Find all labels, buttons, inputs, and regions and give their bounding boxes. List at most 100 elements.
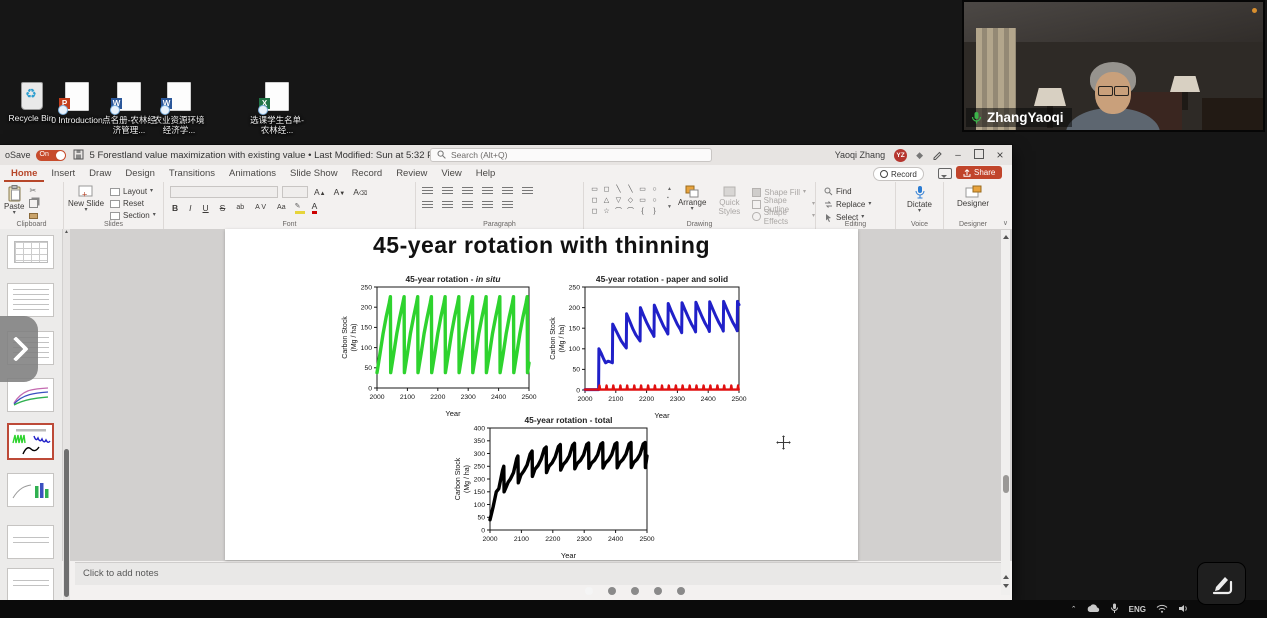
slide-title[interactable]: 45-year rotation with thinning [225,232,858,259]
microphone-icon[interactable] [1110,603,1119,616]
scroll-up-icon[interactable]: ▲ [63,229,70,235]
change-case-button[interactable]: Aa [275,204,288,211]
line-spacing-icon[interactable] [502,187,513,196]
justify-icon[interactable] [482,201,493,210]
tab-home[interactable]: Home [4,165,44,182]
notes-pane[interactable]: Click to add notes [75,562,1001,585]
webcam-video[interactable]: ZhangYaoqi [962,0,1265,132]
highlight-color-button[interactable]: ✎ [295,202,305,214]
tab-slide-show[interactable]: Slide Show [283,168,345,179]
avatar[interactable]: YZ [894,149,907,162]
tab-design[interactable]: Design [118,168,162,179]
strikethrough-button[interactable]: S [218,203,228,213]
clear-formatting-button[interactable]: A⌫ [351,187,369,197]
copy-icon[interactable] [29,199,38,208]
chart-in-situ[interactable]: 2000210022002300240025000501001502002504… [337,272,537,418]
collapse-ribbon-icon[interactable]: ∨ [1003,219,1008,227]
decrease-indent-icon[interactable] [462,187,473,196]
language-indicator[interactable]: ENG [1129,605,1146,614]
slide-thumbnail-7[interactable] [7,525,54,559]
annotation-pen-button[interactable] [1198,563,1245,604]
slide-thumbnail-6[interactable] [7,473,54,507]
gem-icon[interactable]: ◆ [916,150,923,161]
indicator-dot[interactable] [654,587,662,595]
share-button[interactable]: Share [956,166,1002,179]
arrange-button[interactable]: Arrange▾ [678,185,706,222]
tab-animations[interactable]: Animations [222,168,283,179]
ink-pen-icon[interactable] [932,149,943,162]
slide-thumbnail-5-selected[interactable] [7,423,54,460]
onedrive-cloud-icon[interactable] [1087,604,1100,615]
indicator-dot[interactable] [608,587,616,595]
account-name[interactable]: Yaoqi Zhang [835,150,885,160]
chart-paper-and-solid[interactable]: 2000210022002300240025000501001502002504… [545,272,747,420]
section-button[interactable]: Section▾ [110,210,156,221]
italic-button[interactable]: I [187,203,193,213]
paste-button[interactable]: Paste▾ [4,185,24,219]
grow-font-button[interactable]: A▲ [312,187,328,197]
format-painter-icon[interactable] [29,213,38,219]
scrollbar-thumb[interactable] [1003,475,1009,493]
search-input[interactable]: Search (Alt+Q) [430,148,712,162]
desktop-icon-introduction[interactable]: P 0 Introduction [48,82,106,125]
speaker-icon[interactable] [1178,604,1189,615]
find-button[interactable]: Find [824,186,895,197]
designer-button[interactable]: Designer [944,185,1002,208]
font-name-input[interactable] [170,186,278,198]
save-icon[interactable] [73,149,84,162]
bold-button[interactable]: B [170,203,180,213]
main-scrollbar[interactable] [1001,230,1010,595]
indicator-dot-active[interactable] [585,587,593,595]
desktop-icon-excel-sheet[interactable]: X 选课学生名单-农林经... [248,82,306,135]
shapes-gallery-scrollbar[interactable]: ▲▪▼ [667,186,672,222]
reset-button[interactable]: Reset [110,198,156,209]
maximize-button[interactable] [973,149,985,162]
tab-insert[interactable]: Insert [44,168,82,179]
numbering-icon[interactable] [442,187,453,196]
previous-slide-button[interactable] [1001,570,1010,581]
next-slide-button[interactable] [1001,582,1010,593]
minimize-button[interactable]: – [952,150,964,161]
chart-total[interactable]: 2000210022002300240025000501001502002503… [450,413,655,560]
indicator-dot[interactable] [677,587,685,595]
quick-styles-button[interactable]: Quick Styles [712,185,746,222]
new-slide-button[interactable]: + New Slide▾ [68,185,104,221]
cut-icon[interactable]: ✂ [29,186,38,195]
align-right-icon[interactable] [462,201,473,210]
dictate-button[interactable]: Dictate▾ [896,185,943,214]
tab-transitions[interactable]: Transitions [162,168,222,179]
replace-button[interactable]: Replace▾ [824,199,895,210]
align-left-icon[interactable] [422,201,433,210]
columns-icon[interactable] [502,201,513,210]
underline-button[interactable]: U [201,203,211,213]
slide-thumbnail-8[interactable] [7,568,54,602]
expand-panel-button[interactable] [0,316,38,382]
record-button[interactable]: Record [873,167,924,181]
tab-review[interactable]: Review [389,168,434,179]
slide-thumbnail-2[interactable] [7,283,54,317]
shapes-gallery[interactable]: ▭◻╲╲▭○ ◻△▽◇▭○ ◻☆⌒⌒{} [589,185,661,222]
wifi-icon[interactable] [1156,604,1168,615]
character-spacing-button[interactable]: A V [253,204,268,211]
tab-draw[interactable]: Draw [82,168,118,179]
scroll-up-icon[interactable] [1003,232,1009,239]
thumbnail-panel-scrollbar[interactable]: ▲ [63,229,70,600]
close-button[interactable]: × [994,148,1006,162]
increase-indent-icon[interactable] [482,187,493,196]
show-hidden-icons-chevron[interactable]: ⌃ [1071,605,1077,613]
shrink-font-button[interactable]: A▼ [332,187,348,197]
layout-button[interactable]: Layout▾ [110,186,156,197]
tab-help[interactable]: Help [469,168,503,179]
indicator-dot[interactable] [631,587,639,595]
scrollbar-thumb[interactable] [64,449,69,597]
tab-view[interactable]: View [434,168,468,179]
align-center-icon[interactable] [442,201,453,210]
desktop-icon-word-doc-2[interactable]: W 农业资源环境经济学... [150,82,208,135]
comments-icon[interactable] [938,168,952,179]
text-direction-icon[interactable] [522,187,533,196]
slide-thumbnail-1[interactable] [7,235,54,269]
document-title[interactable]: 5 Forestland value maximization with exi… [90,150,442,161]
font-color-button[interactable]: A [312,201,318,214]
text-shadow-button[interactable]: ab [234,204,246,211]
bullets-icon[interactable] [422,187,433,196]
